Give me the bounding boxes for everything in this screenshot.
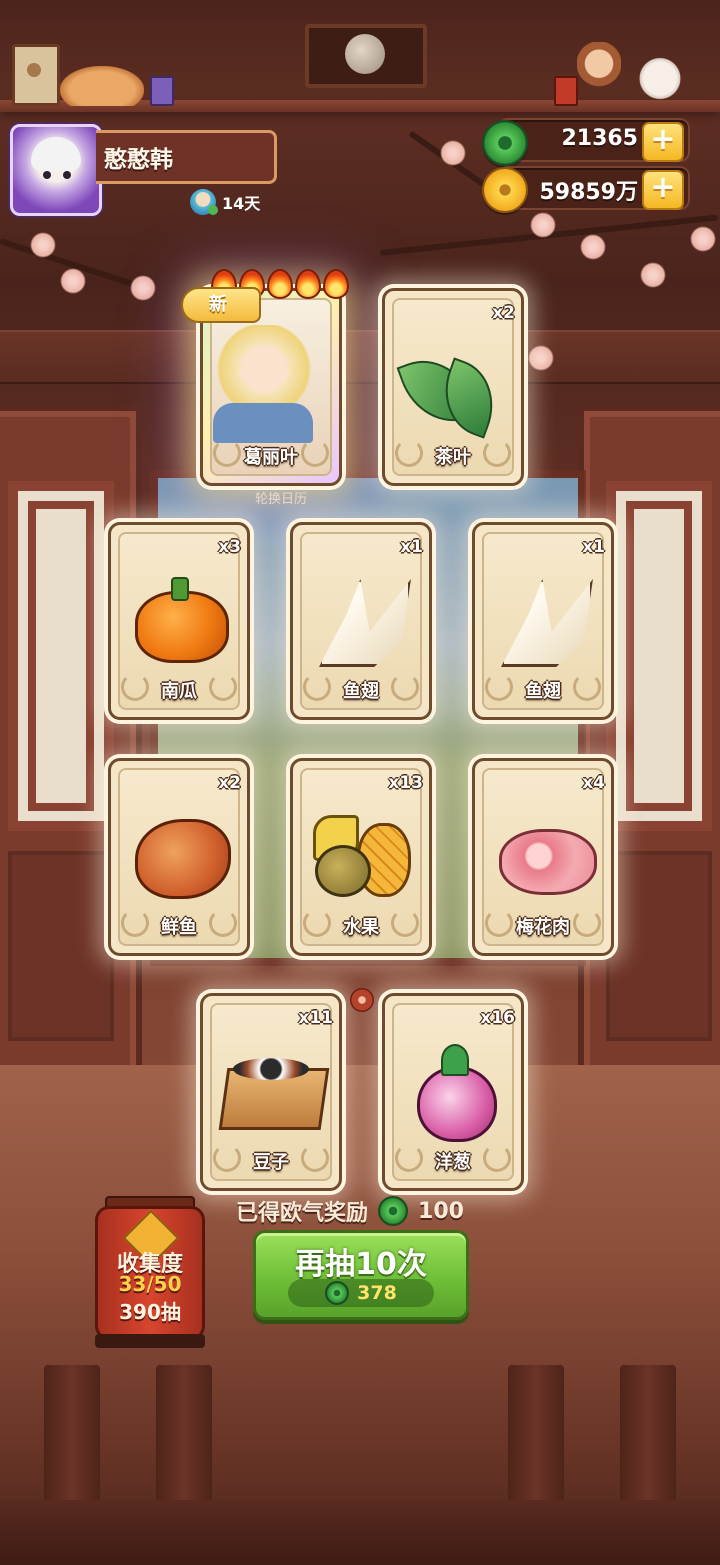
pumpkin-icon — [129, 569, 229, 669]
collection-draws: 390抽 — [119, 1300, 181, 1324]
coin-icon — [482, 167, 528, 213]
shark-fin-icon — [493, 569, 593, 669]
railing-post — [620, 1365, 676, 1515]
blossom — [690, 226, 716, 252]
blossom — [528, 345, 554, 371]
add-jade-button[interactable]: + — [642, 122, 684, 162]
item-card-pumpkin[interactable]: x3 南瓜 — [108, 522, 250, 720]
card-quantity: x3 — [218, 537, 241, 557]
flame-icon — [267, 269, 293, 299]
card-label: 水果 — [343, 917, 379, 938]
card-label: 茶叶 — [435, 447, 471, 468]
jade-icon — [482, 120, 528, 166]
card-quantity: x11 — [298, 1008, 333, 1028]
shark-fin-icon — [311, 569, 411, 669]
card-label: 洋葱 — [435, 1152, 471, 1173]
card-label: 鱼翅 — [525, 681, 561, 702]
draw-cost-amount: 378 — [357, 1282, 397, 1304]
blossom — [60, 268, 86, 294]
draw-cost: 378 — [288, 1279, 434, 1307]
card-quantity: x16 — [480, 1008, 515, 1028]
hanging-sign-decoration — [305, 24, 427, 88]
flame-icon — [323, 269, 349, 299]
card-quantity: x2 — [492, 303, 515, 323]
card-label: 南瓜 — [161, 681, 197, 702]
jade-amount: 21365 — [561, 126, 638, 151]
target-icon — [350, 988, 374, 1012]
railing-post — [156, 1365, 212, 1515]
character-card[interactable]: 新 葛丽叶 — [181, 269, 349, 486]
item-card-pork[interactable]: x4 梅花肉 — [472, 758, 614, 956]
days-counter: 14天 — [190, 188, 260, 216]
card-quantity: x1 — [582, 537, 605, 557]
hanging-scroll-decoration — [12, 44, 60, 106]
luck-reward-line: 已得欧气奖励 100 — [236, 1196, 464, 1226]
collection-lantern[interactable]: 收集度 33/50 390抽 — [95, 1196, 205, 1348]
item-card-shark-fin[interactable]: x1 鱼翅 — [290, 522, 432, 720]
draw-button-label: 再抽10次 — [295, 1247, 427, 1282]
railing-post — [44, 1365, 100, 1515]
reward-amount: 100 — [418, 1198, 464, 1224]
rotation-calendar-label: 轮换日历 — [254, 492, 307, 507]
player-avatar[interactable] — [10, 124, 102, 216]
fish-icon — [129, 805, 231, 905]
card-label: 梅花肉 — [516, 917, 570, 938]
blossom — [580, 234, 606, 260]
onion-icon — [403, 1040, 503, 1142]
card-quantity: x2 — [218, 773, 241, 793]
item-card-tea[interactable]: x2 茶叶 — [382, 288, 524, 486]
item-card-shark-fin[interactable]: x1 鱼翅 — [472, 522, 614, 720]
fruit-icon — [311, 805, 411, 905]
card-label: 葛丽叶 — [244, 447, 298, 468]
girl-figure-decoration — [577, 42, 621, 104]
card-quantity: x13 — [388, 773, 423, 793]
flame-icon — [295, 269, 321, 299]
days-label: 14天 — [222, 194, 261, 213]
reward-label: 已得欧气奖励 — [236, 1201, 369, 1226]
jade-icon — [325, 1281, 350, 1305]
item-card-fish[interactable]: x2 鲜鱼 — [108, 758, 250, 956]
calendar-icon — [190, 189, 218, 215]
player-name-plate[interactable]: 憨憨韩 — [96, 130, 277, 184]
cup-decoration — [150, 76, 174, 106]
left-window — [0, 405, 142, 1077]
card-label: 鲜鱼 — [161, 917, 197, 938]
tea-leaf-icon — [396, 335, 507, 439]
railing-post — [508, 1365, 564, 1515]
sleeping-cat-decoration — [60, 66, 144, 106]
jade-icon — [378, 1196, 409, 1226]
blossom — [530, 212, 556, 238]
cup-decoration — [554, 76, 578, 106]
card-quantity: x4 — [582, 773, 605, 793]
add-coins-button[interactable]: + — [642, 170, 684, 210]
character-body — [213, 403, 313, 443]
jade-currency-bar: 21365 + — [500, 120, 688, 162]
coin-currency-bar: 59859万 + — [500, 168, 688, 210]
blossom — [440, 140, 466, 166]
new-badge: 新 — [181, 287, 261, 323]
card-label: 鱼翅 — [343, 681, 379, 702]
white-cat-decoration — [636, 56, 684, 106]
card-quantity: x1 — [400, 537, 423, 557]
pork-icon — [493, 805, 597, 905]
item-card-fruit[interactable]: x13 水果 — [290, 758, 432, 956]
railing — [0, 1500, 720, 1565]
wall-beam — [0, 330, 720, 384]
draw-10-button[interactable]: 再抽10次 378 — [253, 1230, 469, 1320]
card-label: 豆子 — [253, 1152, 289, 1173]
item-card-beans[interactable]: x11 豆子 — [200, 993, 342, 1191]
right-window — [578, 405, 720, 1077]
coin-amount: 59859万 — [539, 180, 638, 205]
blossom — [640, 262, 666, 288]
player-name: 憨憨韩 — [104, 147, 173, 173]
blossom — [30, 232, 56, 258]
item-card-onion[interactable]: x16 洋葱 — [382, 993, 524, 1191]
blossom — [130, 275, 156, 301]
collection-progress: 33/50 — [118, 1272, 182, 1296]
beans-icon — [218, 1040, 330, 1140]
